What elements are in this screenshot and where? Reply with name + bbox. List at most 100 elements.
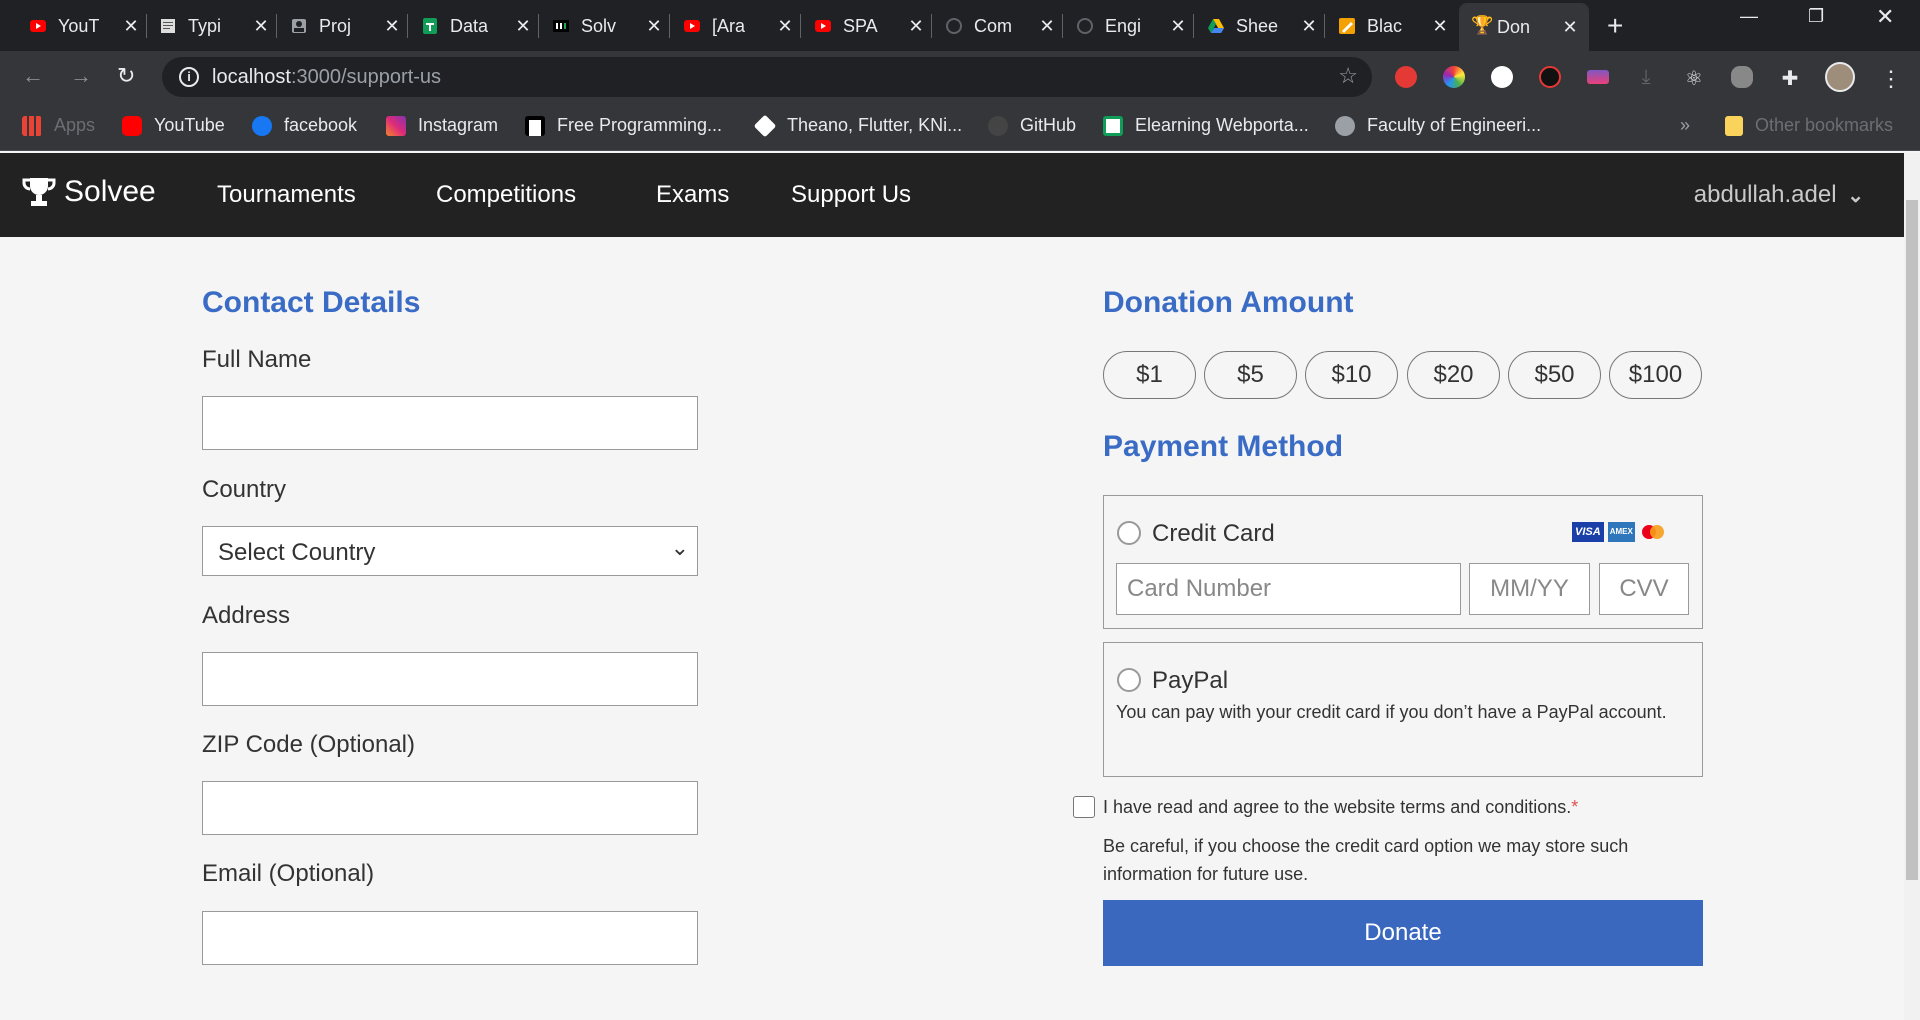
forward-arrow-icon[interactable]: → (70, 63, 92, 89)
tab-divider (1062, 14, 1063, 38)
download-icon[interactable]: ⤓ (1635, 66, 1657, 88)
expiry-input[interactable]: MM/YY (1469, 563, 1590, 615)
tab-close-icon[interactable]: ✕ (776, 16, 794, 37)
amount-20-button[interactable]: $20 (1407, 351, 1500, 399)
tab-engi[interactable]: Engi ✕ (1067, 7, 1197, 45)
globe-icon (1335, 115, 1355, 136)
terms-label: I have read and agree to the website ter… (1103, 797, 1579, 817)
nav-competitions[interactable]: Competitions (436, 181, 576, 209)
tab-close-icon[interactable]: ✕ (1169, 16, 1187, 37)
bookmarks-overflow-chevron[interactable]: » (1680, 115, 1690, 136)
youtube-icon (684, 20, 700, 32)
tab-solve[interactable]: Solv ✕ (543, 7, 673, 45)
color-picker-extension-icon[interactable] (1443, 66, 1465, 88)
tab-close-icon[interactable]: ✕ (1561, 17, 1579, 38)
minimize-icon[interactable]: — (1740, 6, 1758, 27)
bookmark-star-icon[interactable]: ☆ (1338, 63, 1358, 89)
tab-divider (276, 14, 277, 38)
donate-button[interactable]: Donate (1103, 900, 1703, 966)
country-label: Country (202, 476, 287, 503)
bookmark-apps[interactable]: Apps (22, 115, 95, 136)
amount-100-button[interactable]: $100 (1609, 351, 1702, 399)
tab-close-icon[interactable]: ✕ (383, 16, 401, 37)
tab-close-icon[interactable]: ✕ (907, 16, 925, 37)
reload-icon[interactable]: ↻ (117, 63, 135, 89)
terms-checkbox[interactable] (1073, 796, 1095, 818)
profile-avatar[interactable] (1825, 62, 1855, 92)
puzzle-extensions-icon[interactable]: ✚ (1779, 66, 1801, 90)
nav-tournaments[interactable]: Tournaments (217, 181, 356, 209)
full-name-input[interactable] (202, 396, 698, 450)
tab-com[interactable]: Com ✕ (936, 7, 1066, 45)
tab-black[interactable]: Blac ✕ (1329, 7, 1459, 45)
amex-icon: AMEX (1607, 522, 1635, 542)
amount-10-button[interactable]: $10 (1305, 351, 1398, 399)
tab-close-icon[interactable]: ✕ (1300, 16, 1318, 37)
hackerrank-icon (553, 20, 569, 32)
address-bar[interactable]: i localhost:3000/support-us ☆ (162, 57, 1372, 97)
nav-support-us[interactable]: Support Us (791, 181, 911, 209)
nav-exams[interactable]: Exams (656, 181, 729, 209)
bookmark-other[interactable]: Other bookmarks (1725, 115, 1893, 136)
bookmark-youtube[interactable]: YouTube (122, 115, 225, 136)
amount-5-button[interactable]: $5 (1204, 351, 1297, 399)
brand-logo[interactable]: Solvee (22, 175, 156, 209)
tab-close-icon[interactable]: ✕ (514, 16, 532, 37)
adblock-extension-icon[interactable] (1395, 66, 1417, 88)
zip-code-input[interactable] (202, 781, 698, 835)
tab-close-icon[interactable]: ✕ (1431, 16, 1449, 37)
paypal-label: PayPal (1152, 667, 1229, 694)
full-name-label: Full Name (202, 346, 312, 373)
bookmark-github[interactable]: GitHub (988, 115, 1076, 136)
tab-divider (931, 14, 932, 38)
restore-icon[interactable]: ❐ (1808, 6, 1824, 27)
search-extension-icon[interactable] (1539, 66, 1561, 88)
facebook-icon (252, 115, 272, 136)
tab-close-icon[interactable]: ✕ (1038, 16, 1056, 37)
tab-youtube[interactable]: YouT ✕ (20, 7, 150, 45)
user-menu[interactable]: abdullah.adel ⌄ (1694, 181, 1864, 209)
scrollbar-thumb[interactable] (1906, 200, 1918, 880)
cvv-input[interactable]: CVV (1599, 563, 1689, 615)
address-input[interactable] (202, 652, 698, 706)
country-select[interactable]: Select Country ⌄ (202, 526, 698, 576)
url-text[interactable]: localhost:3000/support-us (212, 66, 441, 89)
pen-extension-icon[interactable] (1491, 66, 1513, 88)
account-icon (292, 19, 306, 33)
tab-close-icon[interactable]: ✕ (252, 16, 270, 37)
paypal-radio[interactable] (1117, 668, 1141, 692)
bookmark-theano[interactable]: Theano, Flutter, KNi... (753, 114, 962, 137)
email-input[interactable] (202, 911, 698, 965)
bookmark-instagram[interactable]: Instagram (386, 115, 498, 136)
card-number-input[interactable]: Card Number (1116, 563, 1461, 615)
list-extension-icon[interactable] (1587, 70, 1609, 84)
amount-50-button[interactable]: $50 (1508, 351, 1601, 399)
credit-card-radio[interactable] (1117, 521, 1141, 545)
tab-close-icon[interactable]: ✕ (122, 16, 140, 37)
tab-typing[interactable]: Typi ✕ (150, 7, 280, 45)
site-info-icon[interactable]: i (179, 67, 199, 87)
tab-spa[interactable]: SPA ✕ (805, 7, 935, 45)
apps-grid-icon (22, 115, 42, 136)
back-arrow-icon[interactable]: ← (22, 63, 44, 89)
more-menu-icon[interactable]: ⋮ (1880, 66, 1902, 91)
required-marker: * (1571, 797, 1579, 817)
tab-donate-active[interactable]: 🏆 Don ✕ (1459, 3, 1589, 51)
tab-project[interactable]: Proj ✕ (281, 7, 411, 45)
amount-1-button[interactable]: $1 (1103, 351, 1196, 399)
bookmark-elearning[interactable]: Elearning Webporta... (1103, 115, 1309, 136)
new-tab-button[interactable]: + (1607, 10, 1623, 42)
bookmark-faculty[interactable]: Faculty of Engineeri... (1335, 115, 1541, 136)
tab-close-icon[interactable]: ✕ (645, 16, 663, 37)
react-devtools-icon[interactable]: ⚛ (1683, 66, 1705, 90)
tab-label: Don (1497, 16, 1531, 37)
bookmark-facebook[interactable]: facebook (252, 115, 357, 136)
tampermonkey-extension-icon[interactable] (1731, 66, 1753, 88)
bookmark-free-programming[interactable]: Free Programming... (525, 115, 722, 136)
tab-label: Engi (1105, 15, 1142, 36)
tab-arabic-video[interactable]: [Ara ✕ (674, 7, 804, 45)
tab-data[interactable]: Data ✕ (412, 7, 542, 45)
elearning-icon (1103, 115, 1123, 136)
window-close-icon[interactable]: ✕ (1876, 4, 1894, 30)
tab-sheets[interactable]: Shee ✕ (1198, 7, 1328, 45)
